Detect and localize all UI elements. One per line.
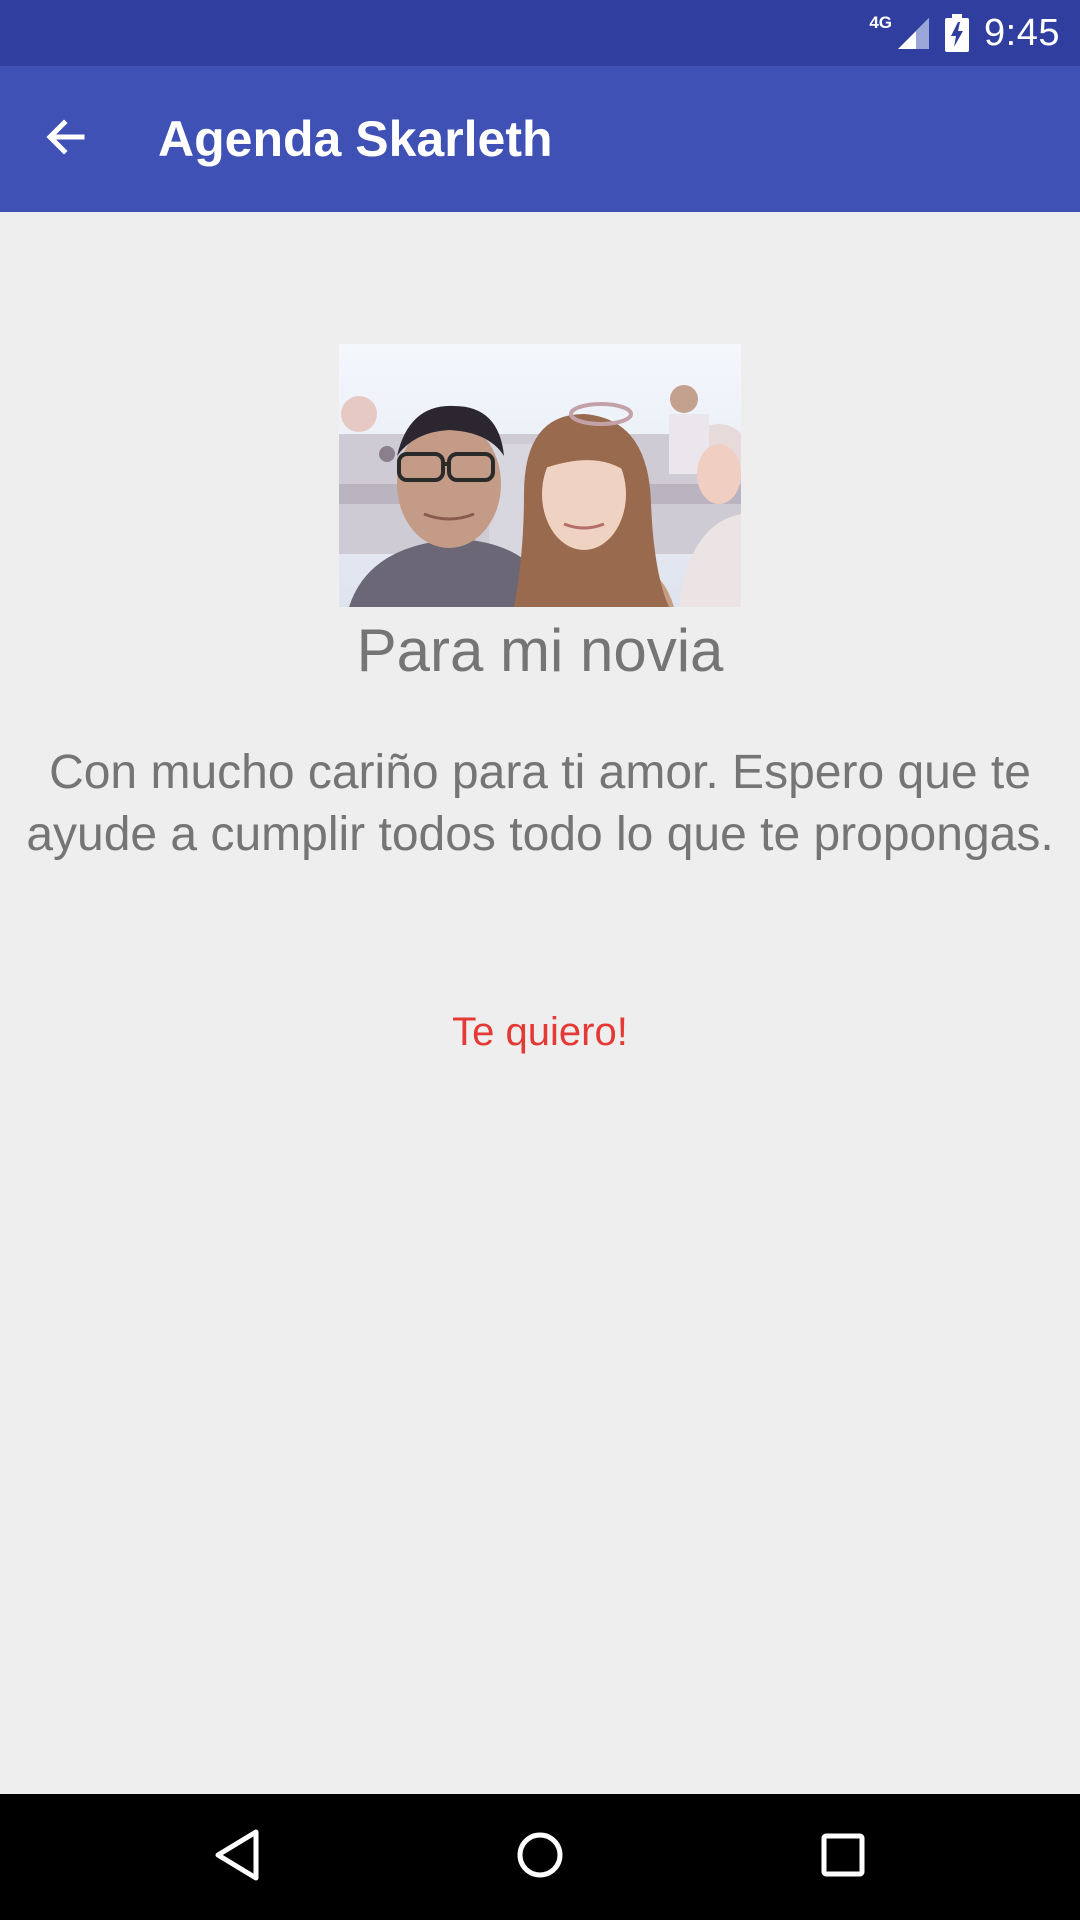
- nav-recents-button[interactable]: [780, 1794, 906, 1920]
- couple-selfie-image: [339, 344, 741, 607]
- nav-back-button[interactable]: [174, 1794, 300, 1920]
- nav-back-icon: [212, 1828, 262, 1887]
- status-bar: 4G 9:45: [0, 0, 1080, 66]
- status-icons: 4G 9:45: [869, 0, 1060, 66]
- nav-recents-icon: [820, 1832, 866, 1883]
- nav-home-icon: [515, 1830, 565, 1885]
- signal-icon: [896, 16, 930, 50]
- battery-charging-icon: [944, 14, 970, 52]
- navigation-bar: [0, 1794, 1080, 1920]
- screen: 4G 9:45 Agenda Skarleth Para mi novia Co…: [0, 0, 1080, 1920]
- message-text: Con mucho cariño para ti amor. Espero qu…: [26, 746, 1054, 861]
- page-heading: Para mi novia: [356, 617, 724, 684]
- arrow-back-icon: [42, 113, 90, 166]
- app-title: Agenda Skarleth: [158, 111, 553, 167]
- main-content: Para mi novia Con mucho cariño para ti a…: [0, 212, 1080, 1794]
- app-bar: Agenda Skarleth: [0, 66, 1080, 212]
- nav-home-button[interactable]: [477, 1794, 603, 1920]
- te-quiero-button[interactable]: Te quiero!: [400, 1002, 680, 1062]
- back-button[interactable]: [32, 105, 100, 173]
- clock: 9:45: [984, 11, 1060, 54]
- network-type-label: 4G: [869, 13, 893, 32]
